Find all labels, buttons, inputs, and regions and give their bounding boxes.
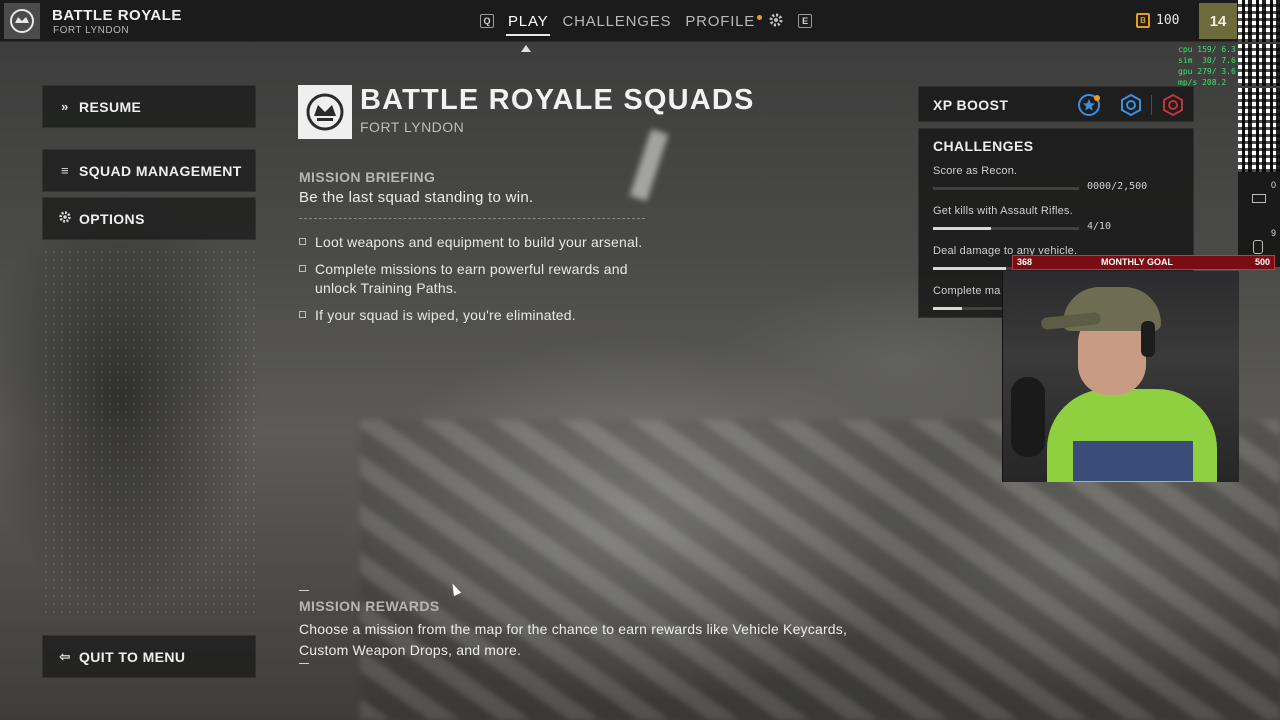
bullet-square-icon <box>299 265 306 272</box>
mission-subtitle: FORT LYNDON <box>360 119 465 135</box>
notification-dot-icon <box>757 14 763 20</box>
active-tab-caret-icon <box>521 45 531 52</box>
challenge-progress-bar <box>933 227 1079 230</box>
list-icon: ≡ <box>61 163 69 178</box>
webcam-shirt-panel <box>1073 441 1193 481</box>
qr-code-overlay <box>1238 44 1280 86</box>
mission-briefing-label: MISSION BRIEFING <box>299 169 436 185</box>
goal-current: 368 <box>1017 257 1033 267</box>
currency-value: 100 <box>1156 13 1180 28</box>
challenge-progress-bar <box>933 187 1079 190</box>
challenge-item[interactable]: Get kills with Assault Rifles. 4/10 <box>933 205 1183 232</box>
challenge-progress-fill <box>933 307 963 310</box>
squad-management-label: SQUAD MANAGEMENT <box>79 162 242 179</box>
bullet-square-icon <box>299 238 306 245</box>
weapon-boost-icon <box>1121 93 1141 117</box>
challenge-progress-text: 0000/2,500 <box>1087 181 1148 192</box>
star-boost-icon <box>1078 94 1100 116</box>
challenge-progress-fill <box>933 267 1006 270</box>
settings-gear-icon[interactable] <box>768 12 784 30</box>
exit-icon: ⇦ <box>59 648 71 664</box>
challenge-progress-text: 4/10 <box>1087 221 1112 232</box>
challenges-title: CHALLENGES <box>933 138 1034 154</box>
currency-display: B 100 <box>1136 13 1179 28</box>
mission-bullet-list: Loot weapons and equipment to build your… <box>299 233 659 333</box>
challenge-item[interactable]: Score as Recon. 0000/2,500 <box>933 165 1183 192</box>
perf-line: sim 30/ 7.6 <box>1178 56 1236 65</box>
e-key-icon: E <box>798 14 813 28</box>
resume-label: RESUME <box>79 98 142 115</box>
list-item: Loot weapons and equipment to build your… <box>299 233 659 252</box>
goal-label: MONTHLY GOAL <box>1101 257 1174 267</box>
tab-play[interactable]: PLAY <box>506 12 551 36</box>
battle-pass-boost-icon <box>1163 93 1183 117</box>
mission-rewards-label: MISSION REWARDS <box>299 598 440 614</box>
goal-target: 500 <box>1254 257 1270 267</box>
tab-challenges[interactable]: CHALLENGES <box>562 13 671 30</box>
resume-button[interactable]: » RESUME <box>42 85 256 128</box>
tab-challenges-label: CHALLENGES <box>562 12 672 30</box>
active-tab-underline <box>506 33 551 36</box>
battle-royale-mode-icon <box>4 3 40 39</box>
perf-line: gpu 279/ 3.6 <box>1178 67 1236 76</box>
challenge-name: Get kills with Assault Rifles. <box>933 205 1073 217</box>
bullet-text: If your squad is wiped, you're eliminate… <box>315 307 576 323</box>
mode-subtitle: FORT LYNDON <box>53 25 130 36</box>
mission-rewards-text: Choose a mission from the map for the ch… <box>299 621 848 658</box>
briefing-divider <box>299 218 645 219</box>
tab-profile[interactable]: PROFILE <box>685 12 763 30</box>
qr-code-overlay <box>1238 0 1280 42</box>
bullet-text: Complete missions to earn powerful rewar… <box>315 261 628 296</box>
double-chevron-right-icon: » <box>61 99 69 114</box>
quit-to-menu-button[interactable]: ⇦ QUIT TO MENU <box>42 635 256 678</box>
squad-management-button[interactable]: ≡ SQUAD MANAGEMENT <box>42 149 256 192</box>
q-key-icon: Q <box>480 14 494 28</box>
perf-line: cpu 159/ 6.3 <box>1178 45 1236 54</box>
squads-mode-icon <box>298 85 352 139</box>
options-button[interactable]: OPTIONS <box>42 197 256 240</box>
rewards-top-tick <box>299 590 309 591</box>
coin-icon: B <box>1136 13 1150 28</box>
bullet-text: Loot weapons and equipment to build your… <box>315 234 643 250</box>
challenge-progress-fill <box>933 227 992 230</box>
challenge-name: Score as Recon. <box>933 165 1018 177</box>
options-label: OPTIONS <box>79 210 145 227</box>
performance-overlay: cpu 159/ 6.3 sim 30/ 7.6 gpu 279/ 3.6 mp/s … <box>1178 44 1236 88</box>
main-nav: Q PLAY CHALLENGES PROFILE E <box>480 0 813 42</box>
top-bar: BATTLE ROYALE FORT LYNDON Q PLAY CHALLEN… <box>0 0 1280 42</box>
tab-play-label: PLAY <box>508 12 549 30</box>
mode-title: BATTLE ROYALE <box>52 7 182 24</box>
rewards-bottom-tick <box>299 663 309 664</box>
gear-icon <box>57 210 73 227</box>
xp-boost-label: XP BOOST <box>933 97 1009 113</box>
xp-boost-panel[interactable]: XP BOOST <box>918 86 1194 122</box>
monthly-goal-bar: 368 MONTHLY GOAL 500 <box>1012 255 1275 270</box>
player-level-badge[interactable]: 14 <box>1199 3 1237 39</box>
tab-profile-label: PROFILE <box>685 12 756 30</box>
person-icon <box>1253 240 1263 254</box>
side-count: 0 <box>1270 180 1276 190</box>
list-item: If your squad is wiped, you're eliminate… <box>299 306 659 325</box>
quit-to-menu-label: QUIT TO MENU <box>79 648 186 665</box>
headphones-icon <box>1141 321 1155 357</box>
microphone-icon <box>1011 377 1045 457</box>
qr-code-overlay <box>1238 88 1280 172</box>
mail-icon <box>1252 194 1266 203</box>
side-stat-strip: 0 9 <box>1238 172 1280 267</box>
mission-title: BATTLE ROYALE SQUADS <box>360 84 755 116</box>
list-item: Complete missions to earn powerful rewar… <box>299 260 659 298</box>
streamer-webcam <box>1002 271 1239 482</box>
side-count: 9 <box>1270 228 1276 238</box>
mission-briefing-text: Be the last squad standing to win. <box>299 189 534 206</box>
bullet-square-icon <box>299 311 306 318</box>
menu-dot-pattern <box>42 248 256 618</box>
xp-divider <box>1151 95 1152 115</box>
